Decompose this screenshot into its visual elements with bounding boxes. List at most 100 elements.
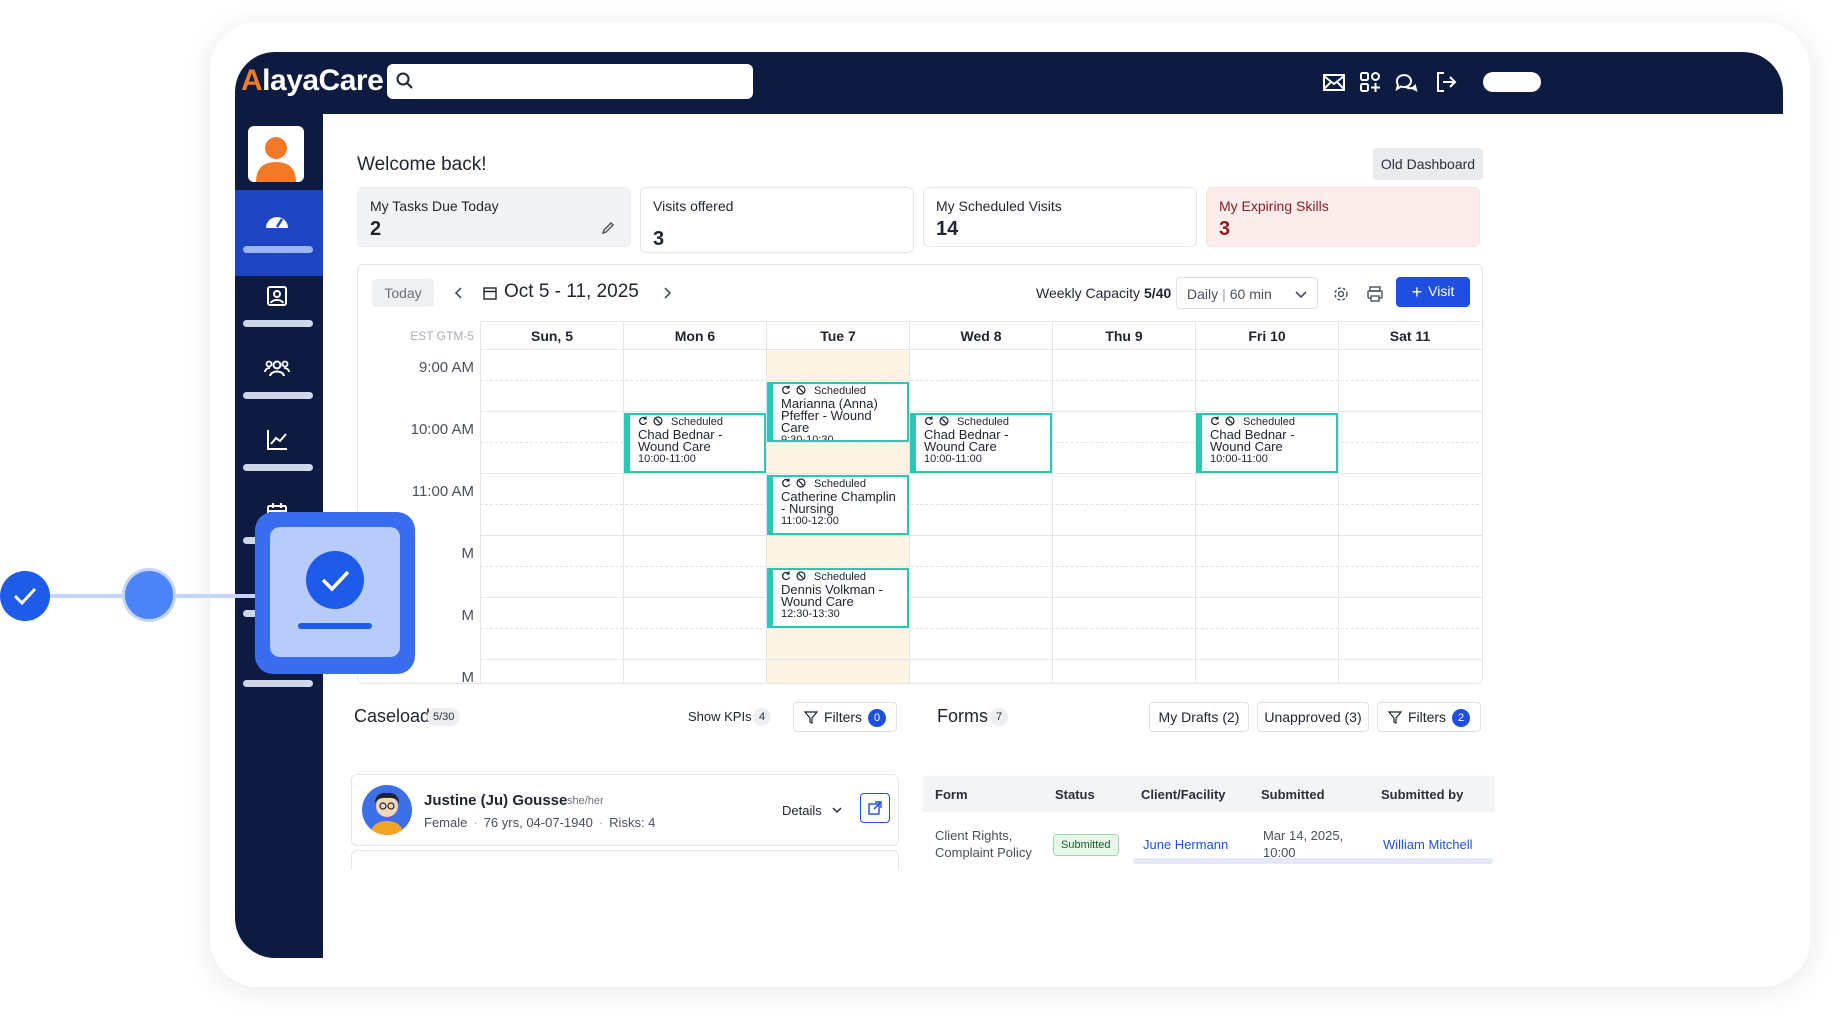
time-label: 11:00 AM xyxy=(411,483,474,500)
client-avatar xyxy=(362,785,412,835)
checkmark-icon xyxy=(306,551,364,609)
chevron-left-icon[interactable] xyxy=(450,284,468,302)
speedometer-icon xyxy=(266,217,288,228)
client-card[interactable]: Justine (Ju) Gousse she/her Female · 76 yr… xyxy=(351,774,899,846)
client-pronouns: she/her xyxy=(567,795,604,807)
column-divider xyxy=(1052,349,1053,683)
day-header[interactable]: Fri 10 xyxy=(1195,321,1338,349)
printer-icon[interactable] xyxy=(1366,285,1384,303)
alayacare-logo[interactable]: AlayaCare xyxy=(241,64,384,98)
chevron-down-icon xyxy=(832,807,842,813)
blocked-icon xyxy=(1225,416,1235,426)
event-time: 12:30-13:30 xyxy=(781,608,840,620)
kpi-value: 2 xyxy=(370,218,382,240)
kpi-label: My Expiring Skills xyxy=(1219,198,1329,214)
day-header[interactable]: Sun, 5 xyxy=(480,321,623,349)
client-facility-link[interactable]: June Hermann xyxy=(1143,836,1228,853)
today-button[interactable]: Today xyxy=(372,279,434,307)
chevron-right-icon[interactable] xyxy=(658,284,676,302)
day-header[interactable]: Sat 11 xyxy=(1338,321,1481,349)
client-risks: Risks: 4 xyxy=(609,815,656,830)
submitted-by-link[interactable]: William Mitchell xyxy=(1383,836,1473,853)
scroll-fade xyxy=(1133,858,1493,864)
repeat-icon xyxy=(782,571,791,581)
kpi-expiring-skills[interactable]: My Expiring Skills 3 xyxy=(1206,187,1480,247)
filters-label: Filters xyxy=(1407,709,1447,725)
forms-count: 7 xyxy=(990,708,1009,726)
event-title: Chad Bednar - Wound Care xyxy=(638,427,723,454)
status-badge: Submitted xyxy=(1053,834,1119,856)
column-header[interactable]: Submitted xyxy=(1261,787,1325,802)
repeat-icon xyxy=(925,416,934,426)
pencil-icon[interactable] xyxy=(600,220,616,236)
view-mode-select[interactable]: Daily | 60 min xyxy=(1176,277,1318,309)
contact-card-icon xyxy=(267,286,287,306)
check-circle-icon xyxy=(0,571,50,621)
gear-icon[interactable] xyxy=(1332,285,1350,303)
hour-line xyxy=(480,535,1482,536)
client-name[interactable]: Justine (Ju) Gousse xyxy=(424,792,567,809)
caseload-count: 5/30 xyxy=(427,708,461,726)
caseload-filters-button[interactable]: Filters 0 xyxy=(793,702,897,732)
unapproved-button[interactable]: Unapproved (3) xyxy=(1257,702,1369,732)
half-hour-line xyxy=(480,628,1482,629)
chat-icon[interactable] xyxy=(1393,69,1419,95)
form-name[interactable]: Client Rights, Complaint Policy xyxy=(935,827,1032,861)
people-icon xyxy=(264,360,290,377)
details-toggle[interactable]: Details xyxy=(782,803,843,818)
column-header[interactable]: Status xyxy=(1055,787,1095,802)
column-header[interactable]: Form xyxy=(935,787,968,802)
old-dashboard-button[interactable]: Old Dashboard xyxy=(1373,148,1483,180)
visit-event[interactable]: Scheduled Marianna (Anna) Pfeffer - Wound… xyxy=(767,382,909,442)
column-header[interactable]: Submitted by xyxy=(1381,787,1463,802)
sidebar-label-bar xyxy=(243,392,313,399)
visit-event[interactable]: Scheduled Catherine Champlin - Nursing 11:… xyxy=(767,475,909,535)
visit-event[interactable]: ScheduledChad Bednar - Wound Care10:00-1… xyxy=(1196,413,1338,473)
kpi-visits-offered[interactable]: Visits offered 3 xyxy=(640,187,914,253)
time-label: 9:00 AM xyxy=(418,359,474,376)
external-link-icon xyxy=(868,801,882,815)
add-visit-button[interactable]: + Visit xyxy=(1396,277,1470,307)
day-header[interactable]: Wed 8 xyxy=(909,321,1052,349)
day-header[interactable]: Tue 7 xyxy=(766,321,909,349)
client-meta: Female · 76 yrs, 04-07-1940 · Risks: 4 xyxy=(424,815,656,830)
kpi-label: My Scheduled Visits xyxy=(936,198,1062,214)
kpi-count-badge: 4 xyxy=(753,708,772,726)
apps-icon[interactable] xyxy=(1357,69,1383,95)
status-toggle[interactable] xyxy=(1483,72,1541,92)
my-drafts-button[interactable]: My Drafts (2) xyxy=(1149,702,1249,732)
column-divider xyxy=(1195,349,1196,683)
forms-filters-button[interactable]: Filters 2 xyxy=(1377,702,1481,732)
column-header[interactable]: Client/Facility xyxy=(1141,787,1226,802)
visit-event[interactable]: Scheduled Dennis Volkman - Wound Care 12:3… xyxy=(767,568,909,628)
day-header[interactable]: Mon 6 xyxy=(623,321,766,349)
forms-table: Form Status Client/Facility Submitted Su… xyxy=(923,776,1495,866)
hour-line xyxy=(480,473,1482,474)
event-title: Catherine Champlin - Nursing xyxy=(781,489,896,516)
repeat-icon xyxy=(782,385,791,395)
show-kpis-label[interactable]: Show KPIs xyxy=(688,708,752,725)
calendar-toolbar: Today Oct 5 - 11, 2025 Weekly Capacity 5/… xyxy=(358,265,1482,321)
event-title: Marianna (Anna) Pfeffer - Wound Care xyxy=(781,396,878,435)
kpi-label: My Tasks Due Today xyxy=(370,198,499,214)
search-input[interactable] xyxy=(387,64,753,99)
event-time: 10:00-11:00 xyxy=(638,453,696,465)
client-card-next xyxy=(351,850,899,870)
user-avatar[interactable] xyxy=(248,126,304,182)
kpi-scheduled-visits[interactable]: My Scheduled Visits 14 xyxy=(923,187,1197,247)
blocked-icon xyxy=(939,416,949,426)
kpi-value: 3 xyxy=(653,228,665,250)
half-hour-line xyxy=(480,380,1482,381)
open-client-button[interactable] xyxy=(860,793,890,823)
column-divider xyxy=(480,349,481,683)
visit-event[interactable]: ScheduledChad Bednar - Wound Care10:00-1… xyxy=(910,413,1052,473)
submitted-date: Mar 14, 2025, 10:00 xyxy=(1263,827,1343,861)
client-age-dob: 76 yrs, 04-07-1940 xyxy=(483,815,593,830)
event-title: Chad Bednar - Wound Care xyxy=(1210,427,1295,454)
visit-event[interactable]: ScheduledChad Bednar - Wound Care10:00-1… xyxy=(624,413,766,473)
logout-icon[interactable] xyxy=(1433,69,1459,95)
mail-icon[interactable] xyxy=(1321,69,1347,95)
day-header[interactable]: Thu 9 xyxy=(1052,321,1195,349)
kpi-tasks-due[interactable]: My Tasks Due Today 2 xyxy=(357,187,631,247)
form-name-line: Client Rights, xyxy=(935,828,1013,843)
